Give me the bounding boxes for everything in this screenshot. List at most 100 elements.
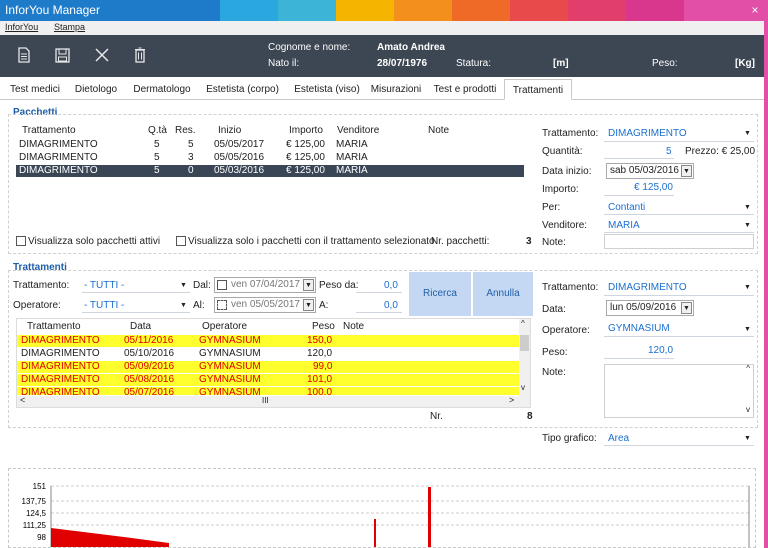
trattamenti-header-operatore[interactable]: Operatore: [202, 321, 247, 332]
chevron-up-icon[interactable]: ^: [746, 364, 750, 373]
chevron-right-icon[interactable]: >: [509, 395, 514, 405]
note-field[interactable]: [604, 234, 754, 249]
tab-dermatologo[interactable]: Dermatologo: [127, 79, 197, 100]
trattamenti-header-note[interactable]: Note: [343, 321, 364, 332]
tdetail-peso-field[interactable]: 120,0: [648, 345, 673, 356]
pacchetti-header-importo[interactable]: Importo: [289, 125, 323, 136]
al-picker[interactable]: ven 05/05/2017 ▼: [214, 297, 316, 313]
chevron-down-icon[interactable]: ▼: [744, 130, 751, 137]
tab-trattamenti[interactable]: Trattamenti: [504, 79, 572, 100]
quantita-field[interactable]: 5: [666, 146, 672, 157]
a-field[interactable]: 0,0: [384, 300, 398, 311]
field-underline: [356, 312, 402, 313]
table-row[interactable]: DIMAGRIMENTO 5 3 05/05/2016 € 125,00 MAR…: [16, 152, 524, 164]
al-checkbox[interactable]: [217, 300, 227, 310]
table-row[interactable]: DIMAGRIMENTO 05/08/2016 GYMNASIUM 101,0: [17, 374, 519, 386]
trattamenti-header-trattamento[interactable]: Trattamento: [27, 321, 81, 332]
table-row-selected[interactable]: DIMAGRIMENTO 5 0 05/03/2016 € 125,00 MAR…: [16, 165, 524, 177]
pacchetti-header-trattamento[interactable]: Trattamento: [22, 125, 76, 136]
chevron-down-icon[interactable]: ▼: [744, 284, 751, 291]
tab-dietologo[interactable]: Dietologo: [69, 79, 123, 100]
trattamenti-header-data[interactable]: Data: [130, 321, 151, 332]
cell-trattamento: DIMAGRIMENTO: [19, 165, 98, 176]
table-row[interactable]: DIMAGRIMENTO 05/09/2016 GYMNASIUM 99,0: [17, 361, 519, 373]
close-icon[interactable]: [92, 45, 112, 65]
title-bar: InforYou Manager ×: [0, 0, 768, 21]
chevron-down-icon[interactable]: ▼: [744, 326, 751, 333]
chevron-down-icon[interactable]: ▼: [681, 302, 692, 314]
tdetail-data-value: lun 05/09/2016: [610, 302, 677, 313]
importo-label: Importo:: [542, 184, 579, 195]
trash-icon[interactable]: [130, 45, 150, 65]
pacchetti-header-venditore[interactable]: Venditore: [337, 125, 379, 136]
tab-misurazioni[interactable]: Misurazioni: [367, 79, 425, 100]
annulla-button[interactable]: Annulla: [473, 272, 533, 316]
filter-trattamento-label: Trattamento:: [13, 280, 70, 291]
chevron-left-icon[interactable]: <: [20, 395, 25, 405]
filter-operatore-select[interactable]: - TUTTI -: [84, 300, 124, 311]
tab-estetista-viso[interactable]: Estetista (viso): [288, 79, 366, 100]
peso-da-field[interactable]: 0,0: [384, 280, 398, 291]
tdetail-note-field[interactable]: ^ v: [604, 364, 754, 418]
pacchetti-grid[interactable]: DIMAGRIMENTO 5 5 05/05/2017 € 125,00 MAR…: [16, 139, 524, 179]
vertical-scrollbar[interactable]: ^ v: [519, 319, 530, 396]
dal-checkbox[interactable]: [217, 280, 227, 290]
chevron-down-icon[interactable]: ▼: [744, 435, 751, 442]
chevron-down-icon[interactable]: v: [521, 383, 525, 392]
table-row[interactable]: DIMAGRIMENTO 05/11/2016 GYMNASIUM 150,0: [17, 335, 519, 347]
cell-trattamento: DIMAGRIMENTO: [19, 152, 98, 163]
chevron-up-icon[interactable]: ^: [521, 319, 525, 328]
tdetail-data-picker[interactable]: lun 05/09/2016 ▼: [606, 300, 694, 316]
pacchetti-header-note[interactable]: Note: [428, 125, 449, 136]
trattamento-filter-checkbox[interactable]: [176, 236, 186, 246]
tab-estetista-corpo[interactable]: Estetista (corpo): [200, 79, 285, 100]
field-underline: [604, 445, 754, 446]
y-tick-label: 98: [37, 533, 46, 542]
peso-chart: 151 137,75 124,5 111,25 98: [8, 468, 756, 548]
trattamenti-grid[interactable]: Trattamento Data Operatore Peso Note DIM…: [16, 318, 531, 408]
detail-trattamento-select[interactable]: DIMAGRIMENTO: [608, 128, 687, 139]
tdetail-operatore-select[interactable]: GYMNASIUM: [608, 323, 670, 334]
table-row[interactable]: DIMAGRIMENTO 05/07/2016 GYMNASIUM 100,0: [17, 387, 519, 395]
chevron-down-icon[interactable]: ▼: [744, 204, 751, 211]
chevron-down-icon[interactable]: ▼: [180, 302, 187, 309]
chevron-down-icon[interactable]: v: [746, 405, 750, 414]
tipo-grafico-select[interactable]: Area: [608, 433, 629, 444]
data-inizio-picker[interactable]: sab 05/03/2016 ▼: [606, 163, 694, 179]
ricerca-button[interactable]: Ricerca: [409, 272, 471, 316]
tipo-grafico-label: Tipo grafico:: [542, 433, 597, 444]
table-row[interactable]: DIMAGRIMENTO 5 5 05/05/2017 € 125,00 MAR…: [16, 139, 524, 151]
cell-data: 05/09/2016: [124, 361, 175, 372]
chevron-down-icon[interactable]: ▼: [180, 282, 187, 289]
venditore-label: Venditore:: [542, 220, 588, 231]
chevron-down-icon[interactable]: ▼: [681, 165, 692, 177]
attivi-checkbox[interactable]: [16, 236, 26, 246]
save-icon[interactable]: [52, 45, 72, 65]
tab-test-medici[interactable]: Test medici: [6, 79, 64, 100]
table-row[interactable]: DIMAGRIMENTO 05/10/2016 GYMNASIUM 120,0: [17, 348, 519, 360]
venditore-select[interactable]: MARIA: [608, 220, 640, 231]
field-underline: [82, 292, 190, 293]
document-icon[interactable]: [14, 45, 34, 65]
scrollbar-thumb[interactable]: [520, 335, 529, 351]
pacchetti-header-qta[interactable]: Q.tà: [148, 125, 167, 136]
menu-stampa[interactable]: Stampa: [54, 22, 85, 32]
al-label: Al:: [193, 300, 205, 311]
dal-value: ven 07/04/2017: [231, 279, 300, 290]
pacchetti-header-inizio[interactable]: Inizio: [218, 125, 241, 136]
pacchetti-header-res[interactable]: Res.: [175, 125, 196, 136]
trattamenti-header-peso[interactable]: Peso: [312, 321, 335, 332]
chevron-down-icon[interactable]: ▼: [303, 299, 314, 311]
tab-test-prodotti[interactable]: Test e prodotti: [429, 79, 501, 100]
importo-field[interactable]: € 125,00: [634, 182, 673, 193]
dal-picker[interactable]: ven 07/04/2017 ▼: [214, 277, 316, 293]
horizontal-scrollbar[interactable]: < III >: [17, 395, 530, 407]
per-select[interactable]: Contanti: [608, 202, 645, 213]
filter-trattamento-select[interactable]: - TUTTI -: [84, 280, 124, 291]
tdetail-trattamento-select[interactable]: DIMAGRIMENTO: [608, 282, 687, 293]
chart-svg: 151 137,75 124,5 111,25 98: [22, 482, 750, 547]
scrollbar-grip[interactable]: III: [262, 396, 269, 405]
menu-inforyou[interactable]: InforYou: [5, 22, 38, 32]
chevron-down-icon[interactable]: ▼: [744, 222, 751, 229]
chevron-down-icon[interactable]: ▼: [303, 279, 314, 291]
